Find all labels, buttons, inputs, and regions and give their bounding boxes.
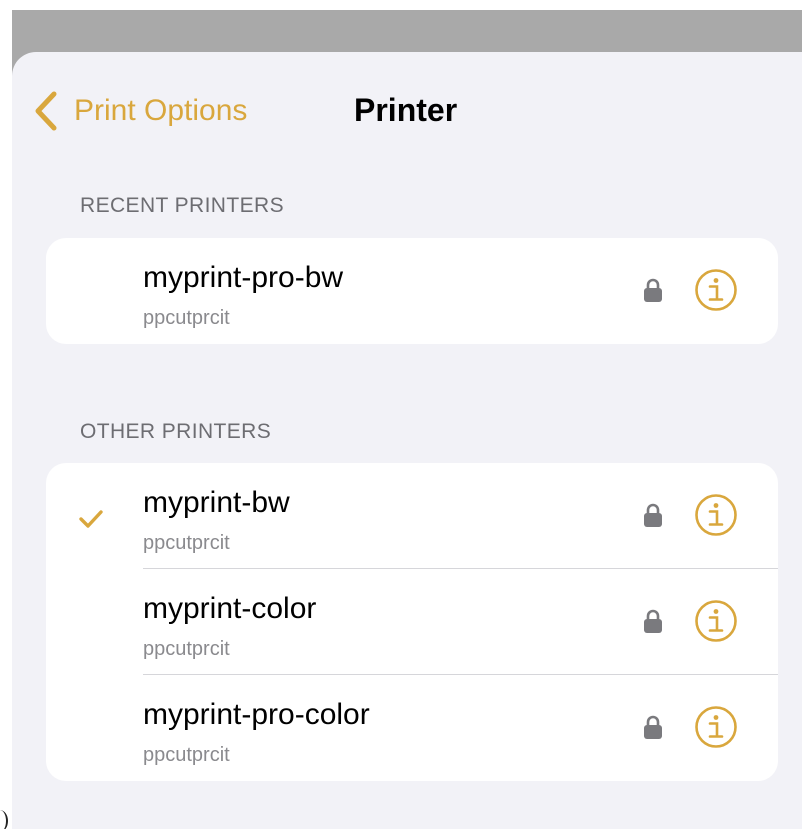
printer-host: ppcutprcit xyxy=(143,638,230,660)
info-icon[interactable] xyxy=(694,599,738,643)
info-icon[interactable] xyxy=(694,705,738,749)
info-icon[interactable] xyxy=(694,268,738,312)
printer-name: myprint-color xyxy=(143,592,317,625)
printer-row-myprint-pro-bw[interactable]: myprint-pro-bw ppcutprcit xyxy=(46,238,778,344)
printer-host: ppcutprcit xyxy=(143,744,230,766)
chevron-left-icon xyxy=(35,91,57,131)
section-header-other: OTHER PRINTERS xyxy=(80,420,272,443)
checkmark-icon xyxy=(79,510,103,528)
info-icon[interactable] xyxy=(694,493,738,537)
print-printer-screen: Print Options Printer RECENT PRINTERS my… xyxy=(0,0,802,829)
printer-name: myprint-bw xyxy=(143,486,290,519)
printer-row-myprint-pro-color[interactable]: myprint-pro-color ppcutprcit xyxy=(46,675,778,781)
recent-printers-list: myprint-pro-bw ppcutprcit xyxy=(46,238,778,344)
lock-icon xyxy=(644,715,662,739)
lock-icon xyxy=(644,609,662,633)
section-header-recent: RECENT PRINTERS xyxy=(80,194,284,217)
lock-icon xyxy=(644,278,662,302)
printer-row-myprint-bw[interactable]: myprint-bw ppcutprcit xyxy=(46,463,778,569)
other-printers-list: myprint-bw ppcutprcit myprint-color ppcu… xyxy=(46,463,778,781)
page-title: Printer xyxy=(354,92,458,128)
back-button[interactable]: Print Options xyxy=(32,88,247,134)
printer-host: ppcutprcit xyxy=(143,307,230,329)
printer-name: myprint-pro-color xyxy=(143,698,370,731)
printer-name: myprint-pro-bw xyxy=(143,261,344,294)
back-button-label: Print Options xyxy=(74,94,248,127)
printer-host: ppcutprcit xyxy=(143,532,230,554)
backdrop-top xyxy=(0,0,802,10)
printer-row-myprint-color[interactable]: myprint-color ppcutprcit xyxy=(46,569,778,675)
edge-fragment xyxy=(0,810,8,829)
lock-icon xyxy=(644,503,662,527)
